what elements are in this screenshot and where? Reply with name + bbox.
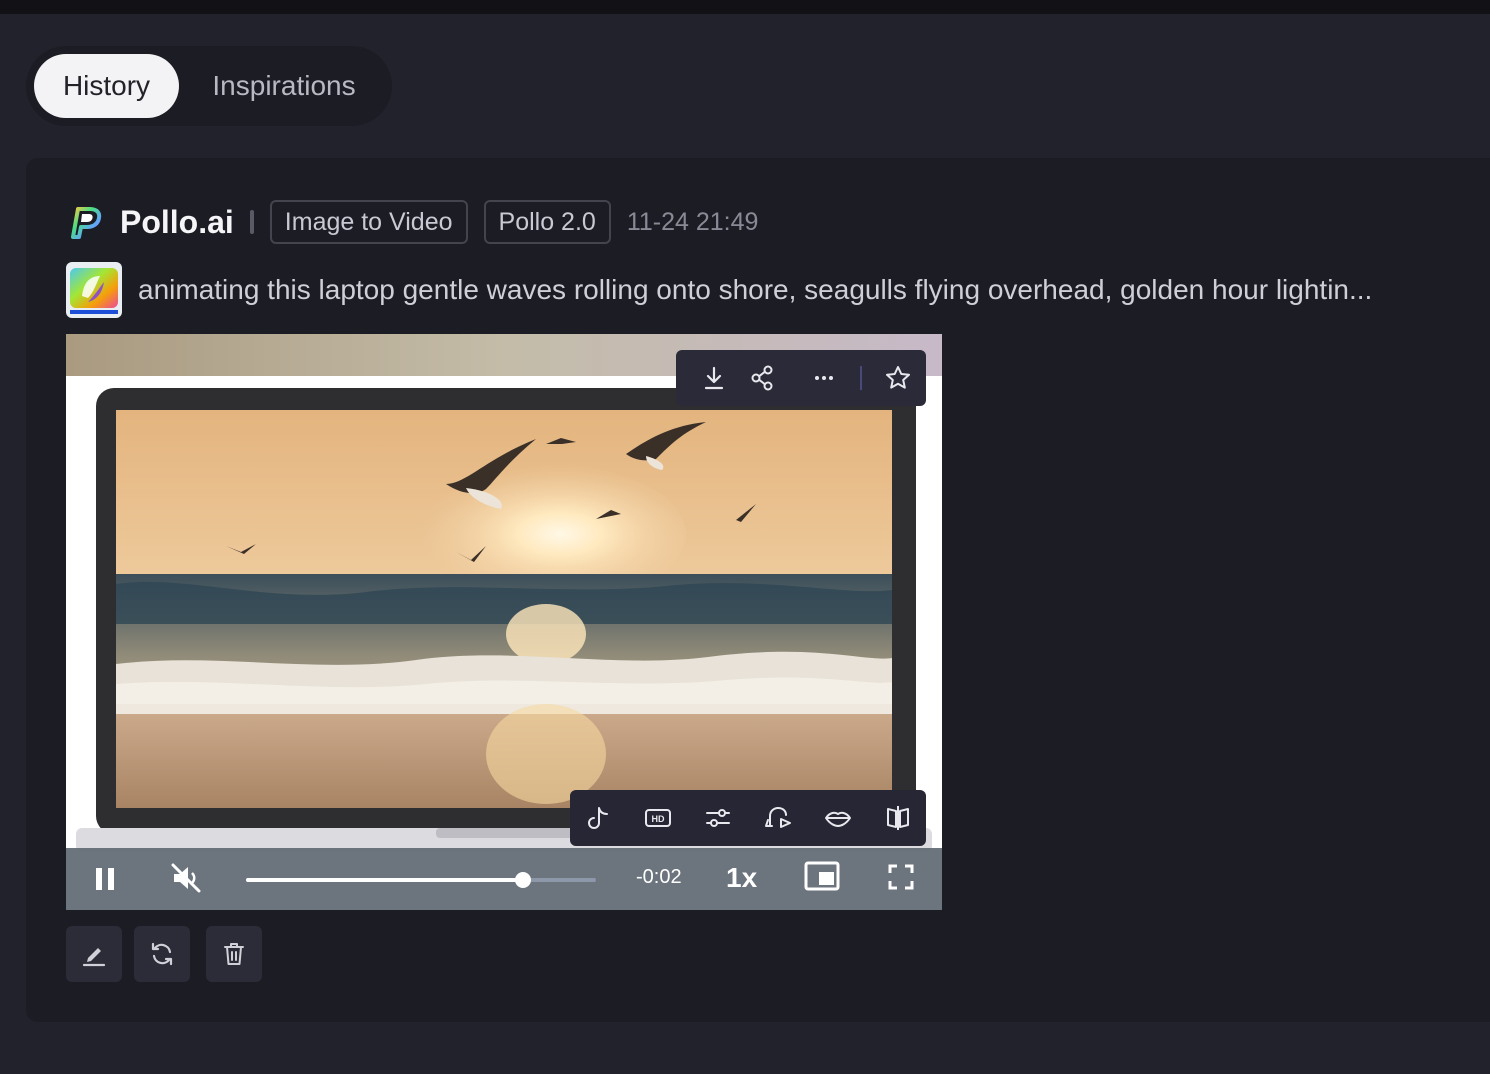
prompt-row: animating this laptop gentle waves rolli… — [66, 262, 1490, 318]
hd-icon[interactable]: HD — [642, 802, 674, 834]
picture-in-picture-icon[interactable] — [804, 860, 840, 894]
download-icon[interactable] — [698, 362, 730, 394]
tab-history[interactable]: History — [34, 54, 179, 118]
star-icon[interactable] — [882, 362, 914, 394]
progress-fill — [246, 878, 523, 882]
compare-icon[interactable] — [882, 802, 914, 834]
edit-icon — [82, 948, 106, 967]
tab-bar: History Inspirations — [26, 46, 392, 126]
copilot-logo-thumbnail — [66, 262, 122, 318]
mute-icon[interactable] — [168, 860, 204, 896]
history-card: Pollo.ai Image to Video Pollo 2.0 11-24 … — [26, 158, 1490, 1022]
video-player[interactable]: HD -0:02 1x — [66, 334, 942, 910]
window-top-bar — [0, 0, 1490, 14]
svg-text:HD: HD — [652, 814, 665, 824]
generation-meta: Pollo.ai Image to Video Pollo 2.0 11-24 … — [66, 198, 1066, 246]
timestamp: 11-24 21:49 — [626, 207, 759, 236]
video-top-toolbar — [676, 350, 926, 406]
video-reface-icon[interactable] — [762, 802, 794, 834]
toolbar-divider — [860, 366, 862, 390]
pause-icon[interactable] — [92, 862, 120, 896]
prompt-text: animating this laptop gentle waves rolli… — [138, 274, 1373, 305]
tiktok-icon[interactable] — [582, 802, 614, 834]
mode-chip: Image to Video — [269, 200, 468, 244]
progress-bar[interactable] — [246, 872, 596, 888]
sliders-icon[interactable] — [702, 802, 734, 834]
share-icon[interactable] — [746, 362, 778, 394]
time-remaining: -0:02 — [636, 866, 682, 888]
item-actions — [66, 926, 266, 982]
source-image-thumbnail[interactable] — [66, 262, 122, 318]
tab-inspirations[interactable]: Inspirations — [194, 54, 374, 118]
more-icon[interactable] — [808, 362, 840, 394]
delete-button[interactable] — [206, 926, 262, 982]
brand-name: Pollo.ai — [120, 203, 234, 240]
model-chip: Pollo 2.0 — [483, 200, 611, 244]
regenerate-button[interactable] — [134, 926, 190, 982]
divider — [249, 210, 254, 234]
pollo-logo-icon — [71, 207, 102, 239]
lips-icon[interactable] — [822, 802, 854, 834]
video-tools-toolbar: HD — [570, 790, 926, 846]
playback-speed-button[interactable]: 1x — [726, 862, 757, 894]
delete-icon — [224, 943, 244, 965]
player-controls: -0:02 1x — [66, 848, 942, 910]
regenerate-icon — [151, 942, 173, 966]
fullscreen-icon[interactable] — [886, 862, 916, 892]
edit-button[interactable] — [66, 926, 122, 982]
progress-handle[interactable] — [514, 872, 531, 888]
